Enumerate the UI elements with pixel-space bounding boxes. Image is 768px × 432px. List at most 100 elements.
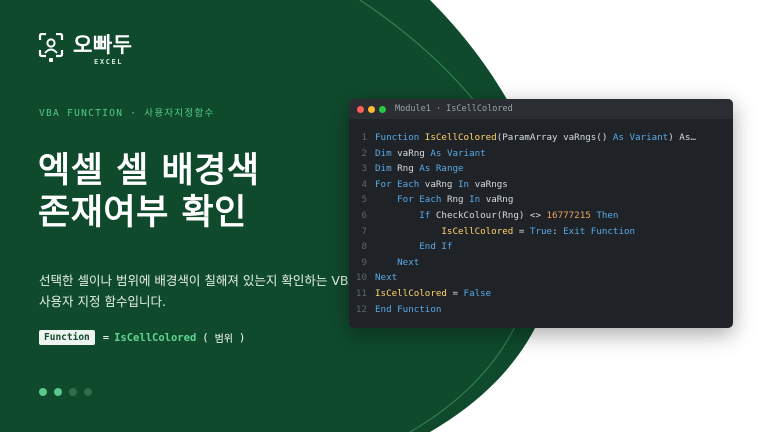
code-token: As Variant bbox=[612, 132, 669, 143]
minimize-window-icon[interactable] bbox=[368, 105, 375, 113]
code-token: Then bbox=[590, 209, 619, 221]
line-number: 11 bbox=[355, 287, 367, 299]
code-line: 8 End If bbox=[349, 239, 733, 255]
code-line: 1 Function IsCellColored(ParamArray vaRng… bbox=[349, 130, 733, 146]
pager-dot[interactable] bbox=[69, 388, 77, 396]
line-number: 2 bbox=[361, 147, 367, 159]
brand-logo: 오빠두 EXCEL bbox=[38, 32, 132, 66]
code-line: 9 Next bbox=[349, 255, 733, 271]
title-line-1: 엑셀 셀 배경색 bbox=[38, 151, 260, 191]
line-number: 9 bbox=[361, 256, 367, 268]
code-text: For Each vaRng In vaRngs bbox=[375, 177, 725, 193]
line-number: 12 bbox=[355, 303, 367, 315]
title-line-2: 존재여부 확인 bbox=[38, 193, 247, 233]
line-number: 3 bbox=[361, 163, 367, 175]
code-line: 2 Dim vaRng As Variant bbox=[349, 146, 733, 162]
maximize-window-icon[interactable] bbox=[379, 105, 386, 113]
code-token: Dim bbox=[375, 163, 398, 175]
code-token: As Variant bbox=[430, 147, 486, 159]
pager-dots bbox=[39, 388, 99, 396]
code-token: For Each bbox=[375, 178, 425, 190]
code-editor-window: Module1 · IsCellColored 1 Function IsCell… bbox=[349, 99, 733, 328]
code-token: Next bbox=[375, 272, 398, 284]
brand-sub: EXCEL bbox=[94, 58, 124, 66]
code-token: 16777215 bbox=[546, 209, 591, 221]
code-token: vaRngs bbox=[474, 178, 508, 190]
close-window-icon[interactable] bbox=[357, 105, 364, 113]
code-token: In bbox=[458, 178, 475, 190]
code-text: Dim vaRng As Variant bbox=[375, 146, 725, 162]
code-token: IsCellColored bbox=[375, 287, 447, 299]
editor-titlebar: Module1 · IsCellColored bbox=[349, 99, 733, 119]
code-text: Next bbox=[375, 255, 725, 271]
code-line: 4 For Each vaRng In vaRngs bbox=[349, 177, 733, 193]
syntax-argument: 범위 bbox=[214, 334, 234, 345]
pager-dot[interactable] bbox=[84, 388, 92, 396]
code-line: 7 IsCellColored = True: Exit Function bbox=[349, 224, 733, 240]
code-line: 11 IsCellColored = False bbox=[349, 286, 733, 302]
code-text: If CheckColour(Rng) <> 16777215 Then bbox=[375, 208, 725, 224]
line-number: 8 bbox=[361, 241, 367, 253]
code-token: vaRng bbox=[397, 147, 431, 159]
syntax-close-paren: ) bbox=[239, 331, 246, 344]
code-line: 12 End Function bbox=[349, 302, 733, 318]
code-token: IsCellColored bbox=[424, 132, 497, 143]
page-title: 엑셀 셀 배경색 존재여부 확인 bbox=[38, 150, 260, 234]
code-token: As Range bbox=[419, 163, 464, 175]
code-token: Dim bbox=[375, 147, 398, 159]
code-text: IsCellColored = True: Exit Function bbox=[375, 224, 725, 240]
line-number: 7 bbox=[361, 225, 367, 237]
line-number: 1 bbox=[361, 132, 367, 143]
code-token: IsCellColored bbox=[441, 225, 514, 237]
code-line: 5 For Each Rng In vaRng bbox=[349, 192, 733, 208]
camera-person-icon bbox=[38, 32, 64, 63]
code-text: Dim Rng As Range bbox=[375, 161, 725, 177]
code-text: IsCellColored = False bbox=[375, 286, 725, 302]
code-token: If bbox=[419, 209, 436, 221]
code-token: Function bbox=[375, 132, 425, 143]
code-token: False bbox=[463, 287, 492, 299]
line-number: 5 bbox=[361, 194, 367, 206]
code-token: End Function bbox=[375, 303, 442, 315]
code-text: End If bbox=[375, 239, 725, 255]
line-number: 10 bbox=[355, 272, 367, 284]
code-token: In bbox=[469, 194, 486, 206]
code-line: 10 Next bbox=[349, 270, 733, 286]
code-line: 6 If CheckColour(Rng) <> 16777215 Then bbox=[349, 208, 733, 224]
eyebrow-label: VBA FUNCTION · 사용자지정함수 bbox=[39, 108, 215, 119]
code-line: 3 Dim Rng As Range bbox=[349, 161, 733, 177]
code-token: Next bbox=[397, 256, 420, 268]
code-token: Exit Function bbox=[563, 225, 636, 237]
syntax-open-paren: ( bbox=[202, 331, 209, 344]
code-token: Rng bbox=[397, 163, 420, 175]
pager-dot[interactable] bbox=[39, 388, 47, 396]
code-token: CheckColour(Rng) <> bbox=[435, 209, 547, 221]
code-token: vaRng bbox=[424, 178, 458, 190]
code-text: Function IsCellColored(ParamArray vaRngs… bbox=[375, 130, 725, 146]
code-token: = bbox=[446, 287, 464, 299]
code-text: End Function bbox=[375, 302, 725, 318]
code-token: = bbox=[513, 225, 530, 237]
code-area[interactable]: 1 Function IsCellColored(ParamArray vaRng… bbox=[349, 119, 733, 317]
code-token: vaRng bbox=[485, 194, 514, 206]
code-token: Rng bbox=[446, 194, 470, 206]
code-token: (ParamArray vaRngs() bbox=[496, 132, 613, 143]
syntax-function-name: IsCellColored bbox=[114, 331, 197, 344]
editor-window-title: Module1 · IsCellColored bbox=[395, 104, 513, 114]
code-token: ) As… bbox=[668, 132, 696, 143]
code-token: : bbox=[552, 225, 564, 237]
function-badge: Function bbox=[39, 330, 95, 345]
line-number: 6 bbox=[361, 209, 367, 221]
function-syntax: Function = IsCellColored ( 범위 ) bbox=[39, 330, 251, 345]
code-token: For Each bbox=[397, 194, 447, 206]
code-token: True bbox=[529, 225, 553, 237]
description: 선택한 셀이나 범위에 배경색이 칠해져 있는지 확인하는 VBA 사용자 지정… bbox=[39, 273, 357, 309]
code-text: For Each Rng In vaRng bbox=[375, 192, 725, 208]
syntax-equals: = bbox=[102, 331, 110, 344]
pager-dot[interactable] bbox=[54, 388, 62, 396]
line-number: 4 bbox=[361, 178, 367, 190]
